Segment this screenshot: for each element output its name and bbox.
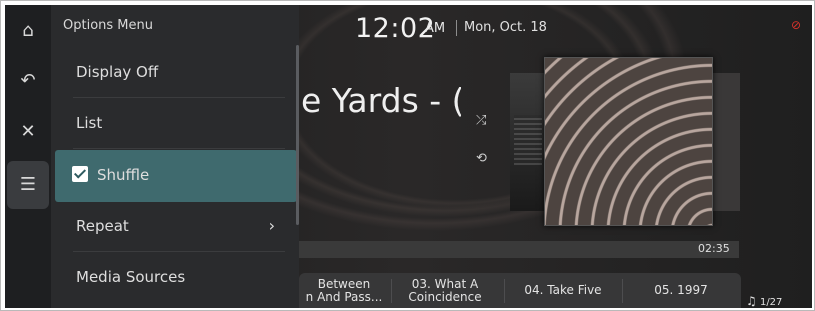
status-icon: ⊘ [791,18,802,32]
infotainment-screen: e Yards - ( ⤮ ⟲ 02:35 Between n And Pass.… [5,5,812,308]
menu-item-label: Media Sources [76,268,186,286]
playlist-item[interactable]: 03. What A Coincidence [393,273,497,308]
album-art-previous[interactable] [510,73,548,211]
back-icon[interactable]: ↶ [14,67,42,95]
menu-item-repeat[interactable]: Repeat › [55,202,295,252]
playlist-item-line1: 04. Take Five [524,283,602,297]
menu-item-shuffle[interactable]: Shuffle [55,150,297,202]
menu-item-display-off[interactable]: Display Off [55,48,295,98]
options-menu: Options Menu Display Off List Shuffle Re… [51,5,299,308]
menu-item-label: Repeat [76,217,129,235]
playlist-icon[interactable]: ☰ [14,171,42,199]
chevron-right-icon: › [268,216,275,235]
home-icon[interactable]: ⌂ [14,17,42,45]
divider [391,279,392,303]
track-count: ♫ 1/27 [746,294,782,308]
song-title: e Yards - ( [301,81,461,120]
playlist-bar: Between n And Pass... 03. What A Coinciden… [299,273,741,308]
progress-bar[interactable] [299,241,739,258]
clock-ampm: AM [425,21,446,36]
divider [622,279,623,303]
clock-time: 12:02 [355,13,436,44]
playlist-item-line2: n And Pass... [305,289,383,304]
divider [73,97,285,98]
divider [456,20,457,36]
playlist-item[interactable]: 05. 1997 [625,273,737,308]
menu-scrollbar[interactable] [296,45,299,225]
duration-time: 02:35 [698,242,730,255]
track-count-value: 1/27 [759,297,783,308]
playlist-item-line1: 03. What A [411,276,479,291]
album-art-current [544,57,713,226]
divider [73,251,285,252]
menu-item-label: Shuffle [97,166,150,184]
playlist-item-line1: Between [317,276,371,291]
playlist-item[interactable]: Between n And Pass... [299,273,389,308]
album-art-next[interactable] [710,73,740,211]
divider [504,279,505,303]
repeat-icon[interactable]: ⟲ [476,151,487,166]
menu-item-list[interactable]: List [55,99,295,149]
shuffle-icon[interactable]: ⤮ [476,113,486,128]
music-note-icon: ♫ [746,294,757,308]
playlist-item-line2: Coincidence [408,289,482,304]
options-menu-title: Options Menu [63,18,153,33]
screenshot-frame: e Yards - ( ⤮ ⟲ 02:35 Between n And Pass.… [0,0,815,311]
playlist-item[interactable]: 04. Take Five [507,273,619,308]
menu-item-label: List [76,114,103,132]
clock-date: Mon, Oct. 18 [464,20,547,35]
checkbox-checked-icon[interactable] [72,166,88,182]
menu-item-label: Display Off [76,63,159,81]
menu-item-media-sources[interactable]: Media Sources [55,253,295,303]
close-icon[interactable]: ✕ [14,118,42,146]
playlist-item-line1: 05. 1997 [654,283,708,297]
side-rail: ⌂ ↶ ✕ ☰ [5,5,51,308]
divider [73,148,285,149]
